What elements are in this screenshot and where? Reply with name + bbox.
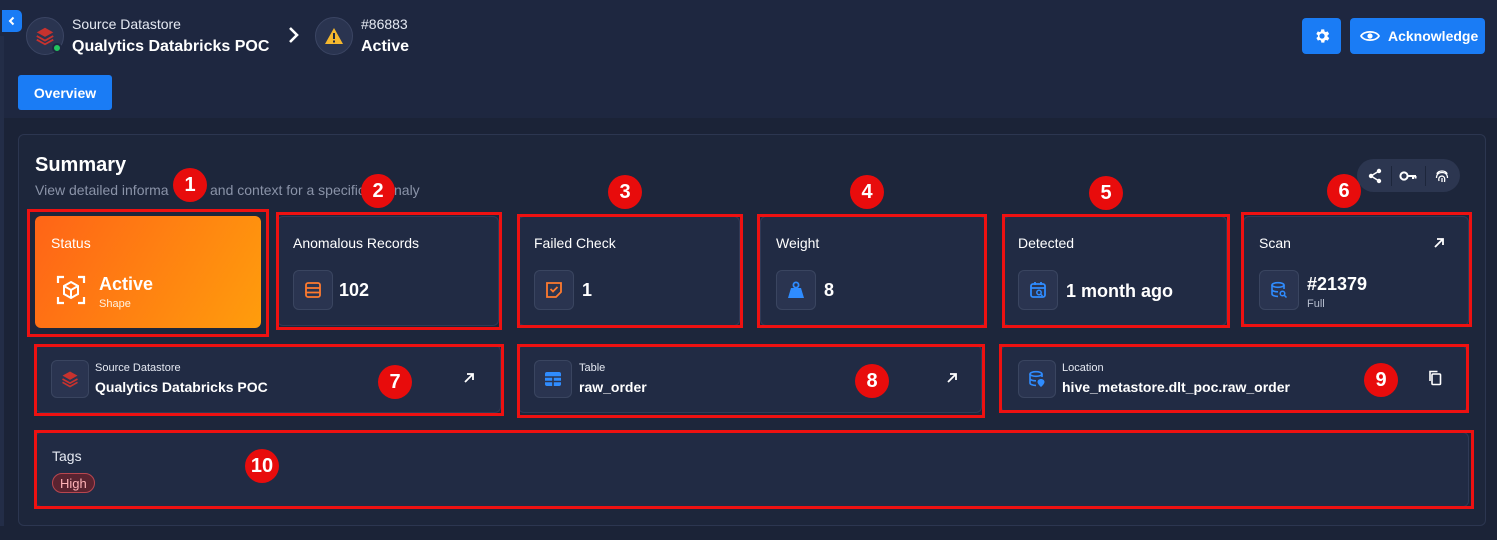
- warning-icon: [325, 28, 343, 44]
- annotation-box-7: [34, 344, 504, 416]
- gear-icon: [1315, 29, 1329, 43]
- key-icon[interactable]: [1399, 170, 1417, 182]
- annotation-number-9: 9: [1364, 363, 1398, 397]
- online-status-dot: [52, 43, 62, 53]
- summary-subtitle-part3: naly: [394, 182, 420, 198]
- breadcrumb-anomaly-id: #86883: [361, 16, 408, 32]
- breadcrumb-datastore-caption: Source Datastore: [72, 16, 181, 32]
- annotation-number-5: 5: [1089, 176, 1123, 210]
- summary-subtitle-part1: View detailed informa: [35, 182, 169, 198]
- divider: [1390, 165, 1392, 186]
- annotation-box-2: [276, 212, 502, 330]
- tab-overview[interactable]: Overview: [18, 75, 112, 110]
- breadcrumb-datastore-name[interactable]: Qualytics Databricks POC: [72, 38, 269, 56]
- sidebar-edge: [0, 36, 4, 526]
- sidebar-collapse-button[interactable]: [2, 10, 22, 32]
- annotation-number-8: 8: [855, 364, 889, 398]
- divider: [1425, 165, 1427, 186]
- annotation-number-3: 3: [608, 175, 642, 209]
- annotation-box-4: [757, 214, 987, 328]
- share-icon[interactable]: [1367, 168, 1383, 184]
- acknowledge-label: Acknowledge: [1388, 28, 1479, 44]
- annotation-number-4: 4: [850, 175, 884, 209]
- eye-icon: [1360, 30, 1380, 42]
- breadcrumb-separator-icon: [287, 26, 301, 49]
- annotation-number-6: 6: [1327, 174, 1361, 208]
- settings-button[interactable]: [1302, 18, 1341, 54]
- annotation-box-1: [27, 209, 269, 337]
- annotation-number-2: 2: [361, 174, 395, 208]
- summary-subtitle-part2: and context for a specific: [210, 182, 365, 198]
- anomaly-avatar: [315, 17, 353, 55]
- annotation-box-6: [1241, 212, 1472, 327]
- summary-actions: [1357, 159, 1460, 192]
- breadcrumb-anomaly-status: Active: [361, 38, 410, 55]
- chevron-left-icon: [8, 16, 15, 26]
- annotation-box-5: [1002, 214, 1230, 328]
- annotation-number-10: 10: [245, 449, 279, 483]
- summary-title: Summary: [35, 154, 127, 176]
- page-header: [0, 0, 1497, 118]
- annotation-box-9: [999, 344, 1469, 413]
- annotation-number-1: 1: [173, 168, 207, 202]
- acknowledge-button[interactable]: Acknowledge: [1350, 18, 1485, 54]
- annotation-box-8: [517, 344, 985, 418]
- fingerprint-icon[interactable]: [1434, 168, 1450, 184]
- annotation-box-3: [517, 214, 743, 328]
- annotation-number-7: 7: [378, 365, 412, 399]
